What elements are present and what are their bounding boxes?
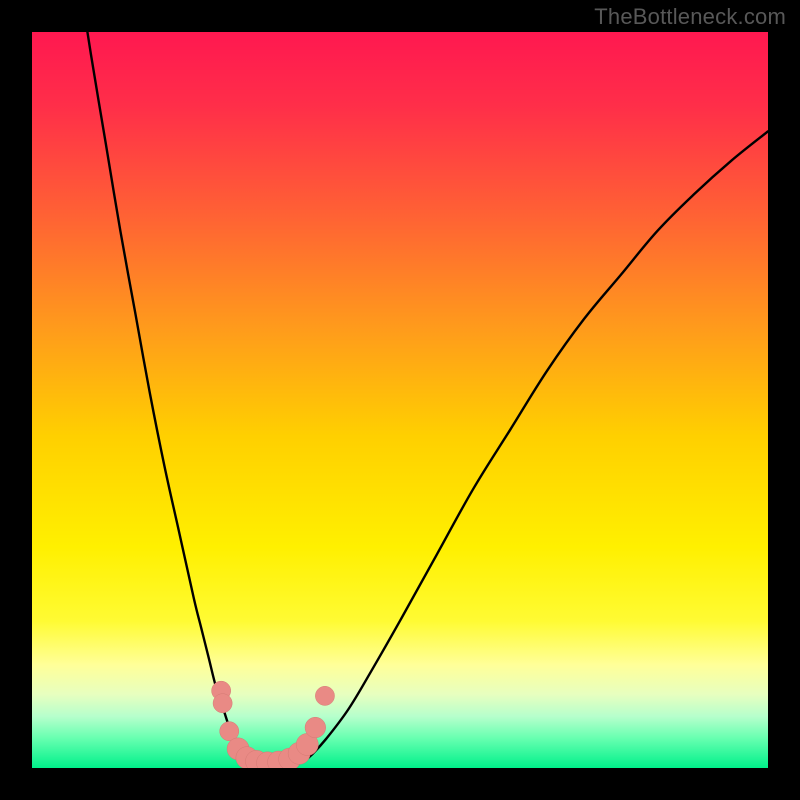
plot-area	[32, 32, 768, 768]
marker-cluster	[212, 681, 335, 768]
marker-dot	[213, 694, 232, 713]
marker-dot	[315, 686, 334, 705]
attribution-text: TheBottleneck.com	[594, 4, 786, 30]
outer-frame: TheBottleneck.com	[0, 0, 800, 800]
marker-dot	[305, 717, 326, 738]
bottleneck-curves	[32, 32, 768, 768]
bottleneck-curve	[76, 32, 768, 767]
